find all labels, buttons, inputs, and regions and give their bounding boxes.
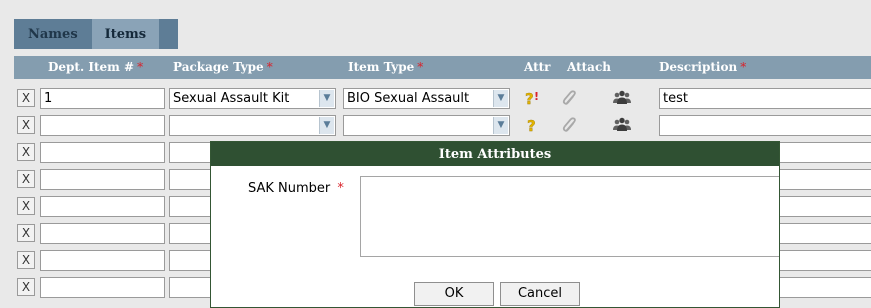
cancel-button[interactable]: Cancel [500,282,580,306]
dept-item-input[interactable] [40,250,165,271]
item-attributes-dialog: Item Attributes SAK Number * OK Cancel [210,141,780,308]
required-marker: * [417,60,424,74]
remove-row-button[interactable]: X [17,143,35,161]
item-row: X ▼ ▼? [14,112,871,137]
chevron-down-icon[interactable]: ▼ [493,90,508,107]
dept-item-input[interactable]: 1 [40,88,165,109]
column-header-attr: Attr [524,60,551,74]
column-header-item-type: Item Type * [348,60,424,74]
required-marker: * [266,60,273,74]
column-header-description: Description * [659,60,747,74]
tab-names[interactable]: Names [14,19,92,49]
tab-bar: Names Items [14,19,178,49]
package-type-select[interactable]: Sexual Assault Kit ▼ [169,88,336,109]
chevron-down-icon[interactable]: ▼ [493,117,508,134]
dialog-title: Item Attributes [211,142,779,166]
question-mark-icon[interactable]: ? [524,116,542,135]
paperclip-icon[interactable] [561,116,579,134]
dept-item-input[interactable] [40,196,165,217]
dept-item-input[interactable] [40,142,165,163]
remove-row-button[interactable]: X [17,224,35,242]
chevron-down-icon[interactable]: ▼ [319,117,334,134]
svg-text:?: ? [525,90,534,107]
description-input[interactable] [659,115,871,136]
ok-button[interactable]: OK [414,282,494,306]
items-table-header: Dept. Item # * Package Type * Item Type * A… [14,56,871,79]
people-icon[interactable] [612,116,632,134]
sak-number-input[interactable] [360,176,779,257]
package-type-value: Sexual Assault Kit [173,91,290,106]
remove-row-button[interactable]: X [17,116,35,134]
dept-item-input[interactable] [40,277,165,298]
dept-item-input[interactable] [40,223,165,244]
dept-item-input[interactable] [40,169,165,190]
required-marker: * [740,60,747,74]
dept-item-input[interactable] [40,115,165,136]
item-type-select[interactable]: BIO Sexual Assault ▼ [343,88,510,109]
remove-row-button[interactable]: X [17,278,35,296]
item-row: X 1 Sexual Assault Kit ▼ BIO Sexual Assault ▼… [14,85,871,110]
people-icon[interactable] [612,89,632,107]
question-exclamation-icon[interactable]: ?! [524,89,542,108]
item-type-value: BIO Sexual Assault [347,91,470,106]
sak-number-label: SAK Number * [248,181,344,196]
remove-row-button[interactable]: X [17,89,35,107]
remove-row-button[interactable]: X [17,170,35,188]
column-header-attach: Attach [567,60,611,74]
column-header-dept-item: Dept. Item # * [48,60,144,74]
remove-row-button[interactable]: X [17,197,35,215]
svg-text:?: ? [527,117,536,134]
column-header-package-type: Package Type * [173,60,273,74]
chevron-down-icon[interactable]: ▼ [319,90,334,107]
tab-items[interactable]: Items [91,19,160,49]
package-type-select[interactable]: ▼ [169,115,336,136]
svg-text:!: ! [534,90,539,103]
required-marker: * [137,60,144,74]
required-marker: * [337,181,344,196]
paperclip-icon[interactable] [561,89,579,107]
item-type-select[interactable]: ▼ [343,115,510,136]
remove-row-button[interactable]: X [17,251,35,269]
description-input[interactable]: test [659,88,871,109]
